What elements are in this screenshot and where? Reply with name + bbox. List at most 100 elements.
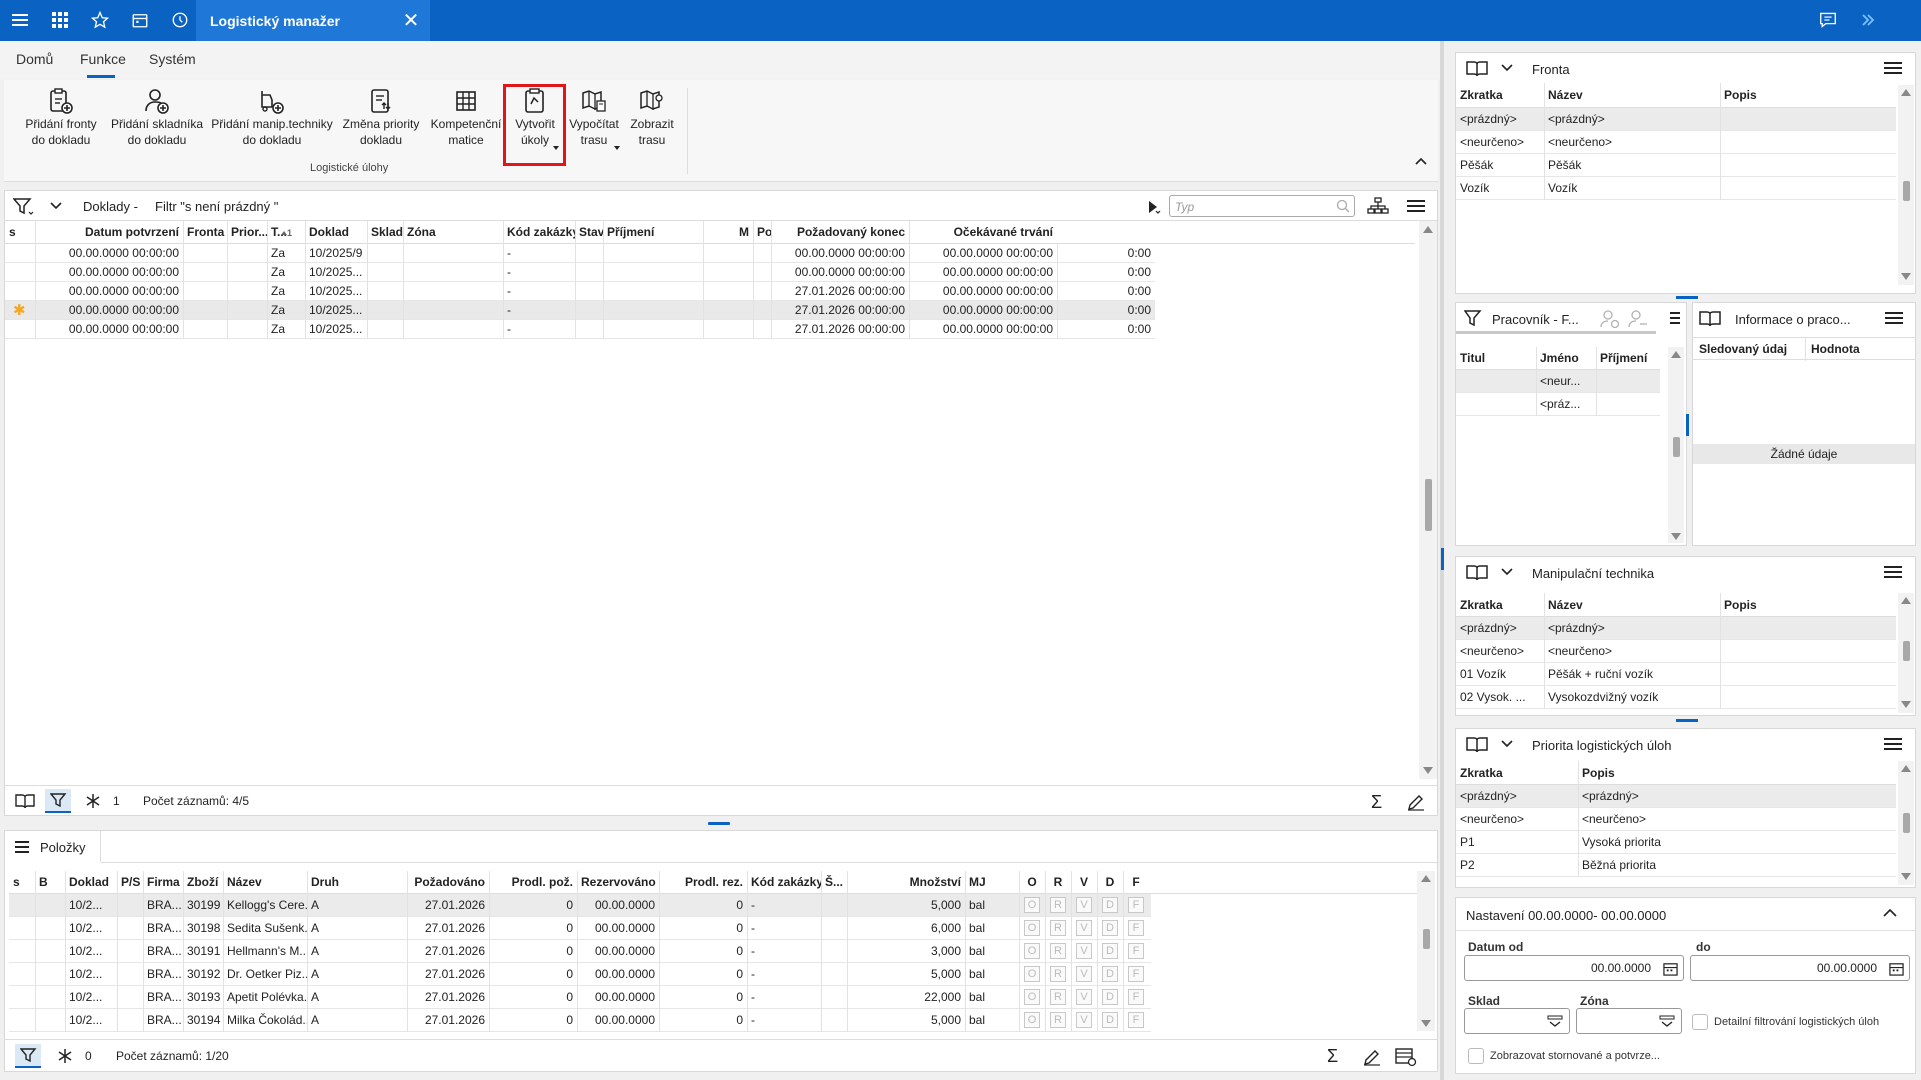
show-route-button[interactable]: Zobrazit trasu bbox=[625, 86, 679, 148]
table-row[interactable]: 00.00.0000 00:00:00 Za 10/2025... - 00.00.00… bbox=[5, 263, 1155, 282]
column-header-zkratka[interactable]: Zkratka bbox=[1456, 83, 1544, 108]
flag-checkbox-v[interactable]: V bbox=[1076, 943, 1092, 959]
favorites-star-icon[interactable] bbox=[88, 8, 112, 32]
flag-checkbox-f[interactable]: F bbox=[1128, 897, 1144, 913]
show-cancelled-checkbox[interactable] bbox=[1468, 1048, 1484, 1064]
column-header-doklad[interactable]: Doklad bbox=[305, 221, 367, 244]
collapse-chevron-up-icon[interactable] bbox=[1882, 908, 1898, 918]
hamburger-menu-icon[interactable] bbox=[8, 8, 32, 32]
flag-checkbox-o[interactable]: O bbox=[1024, 966, 1040, 982]
column-header-popis[interactable]: Popis bbox=[1720, 83, 1896, 108]
flag-checkbox-f[interactable]: F bbox=[1128, 1012, 1144, 1028]
tab-system[interactable]: Systém bbox=[149, 51, 196, 67]
table-row[interactable]: <prázdný> <prázdný> bbox=[1456, 108, 1896, 131]
flag-checkbox-d[interactable]: D bbox=[1102, 1012, 1118, 1028]
flag-checkbox-o[interactable]: O bbox=[1024, 989, 1040, 1005]
flag-checkbox-f[interactable]: F bbox=[1128, 966, 1144, 982]
flag-checkbox-f[interactable]: F bbox=[1128, 989, 1144, 1005]
table-row[interactable]: <neurčeno> <neurčeno> bbox=[1456, 640, 1896, 663]
column-header-hodnota[interactable]: Hodnota bbox=[1807, 338, 1907, 361]
flag-checkbox-d[interactable]: D bbox=[1102, 989, 1118, 1005]
flag-checkbox-o[interactable]: O bbox=[1024, 897, 1040, 913]
column-header-nazev[interactable]: Název bbox=[1544, 593, 1720, 617]
sum-icon[interactable]: Σ bbox=[1371, 792, 1382, 813]
column-header-popis[interactable]: Popis bbox=[1720, 593, 1896, 617]
table-row[interactable]: 10/2... BRA... 30198 Sedita Sušenk... A 27.01… bbox=[9, 917, 1151, 940]
play-dropdown-icon[interactable] bbox=[1147, 200, 1161, 214]
flag-checkbox-r[interactable]: R bbox=[1050, 989, 1066, 1005]
add-warehouseman-button[interactable]: Přidání skladníka do dokladu bbox=[107, 86, 207, 148]
column-header-prodl-rez-11[interactable]: Prodl. rez. bbox=[659, 871, 747, 894]
polozky-scroll-thumb[interactable] bbox=[1423, 929, 1430, 949]
double-chevron-right-icon[interactable] bbox=[1856, 8, 1880, 32]
book-icon[interactable] bbox=[1466, 564, 1488, 581]
column-header-d-19[interactable]: D bbox=[1097, 871, 1123, 894]
splitter-handle[interactable] bbox=[1676, 296, 1698, 299]
column-header-pozadovano-8[interactable]: Požadováno bbox=[407, 871, 489, 894]
table-row[interactable]: ✱ 00.00.0000 00:00:00 Za 10/2025... - 27.01.2… bbox=[5, 301, 1155, 320]
hamburger-menu-icon[interactable] bbox=[1885, 311, 1903, 325]
flag-checkbox-f[interactable]: F bbox=[1128, 920, 1144, 936]
priorita-scrollbar[interactable] bbox=[1898, 761, 1914, 885]
hamburger-menu-icon[interactable] bbox=[1407, 199, 1425, 213]
table-row[interactable]: <prázdný> <prázdný> bbox=[1456, 617, 1896, 640]
doklady-scrollbar[interactable] bbox=[1419, 221, 1437, 779]
create-tasks-dropdown-caret-icon[interactable] bbox=[553, 146, 559, 150]
manip-scrollbar[interactable] bbox=[1898, 593, 1914, 713]
column-header-o-16[interactable]: O bbox=[1019, 871, 1045, 894]
tab-domu[interactable]: Domů bbox=[16, 51, 53, 67]
tab-funkce[interactable]: Funkce bbox=[80, 51, 126, 67]
hamburger-menu-icon[interactable] bbox=[1884, 737, 1902, 751]
flag-checkbox-v[interactable]: V bbox=[1076, 966, 1092, 982]
add-handling-equipment-button[interactable]: Přidání manip.techniky do dokladu bbox=[210, 86, 334, 148]
scroll-up-arrow-icon[interactable] bbox=[1901, 597, 1911, 604]
add-queue-button[interactable]: Přidání fronty do dokladu bbox=[20, 86, 102, 148]
flag-checkbox-r[interactable]: R bbox=[1050, 943, 1066, 959]
column-header-stav[interactable]: Stav bbox=[575, 221, 603, 244]
column-header-prodl-poz-9[interactable]: Prodl. pož. bbox=[489, 871, 577, 894]
column-header-s-0[interactable]: s bbox=[9, 871, 35, 894]
hamburger-menu-icon[interactable] bbox=[1884, 565, 1902, 579]
scroll-down-arrow-icon[interactable] bbox=[1421, 1020, 1431, 1027]
flag-checkbox-o[interactable]: O bbox=[1024, 943, 1040, 959]
flag-checkbox-o[interactable]: O bbox=[1024, 1012, 1040, 1028]
table-row[interactable]: 00.00.0000 00:00:00 Za 10/2025... - 27.01.20… bbox=[5, 320, 1155, 339]
column-header-zbozi-5[interactable]: Zboží bbox=[183, 871, 223, 894]
splitter-handle[interactable] bbox=[708, 822, 730, 825]
pracovnik-scrollbar[interactable] bbox=[1668, 347, 1684, 543]
table-settings-icon[interactable] bbox=[1395, 1047, 1417, 1067]
hierarchy-icon[interactable] bbox=[1367, 197, 1389, 215]
search-icon[interactable] bbox=[1336, 199, 1350, 213]
column-header-prior[interactable]: Prior... bbox=[227, 221, 267, 244]
column-header-pozadovany-zacatek[interactable]: Požadovaný začátek bbox=[753, 221, 771, 244]
filter-toggle-button[interactable] bbox=[15, 1044, 41, 1068]
table-row[interactable]: P1 Vysoká priorita bbox=[1456, 831, 1896, 854]
splitter-handle[interactable] bbox=[1676, 719, 1698, 722]
splitter-handle[interactable] bbox=[1686, 414, 1689, 436]
datum-do-input[interactable]: 00.00.0000 bbox=[1690, 955, 1910, 981]
column-header-kod-zakazky-12[interactable]: Kód zakázky bbox=[747, 871, 821, 894]
column-header-nazev-6[interactable]: Název bbox=[223, 871, 307, 894]
dropdown-chevron-icon[interactable] bbox=[1659, 1015, 1675, 1027]
table-row[interactable]: 00.00.0000 00:00:00 Za 10/2025/9 - 00.00.000… bbox=[5, 244, 1155, 263]
table-row[interactable]: 10/2... BRA... 30193 Apetit Polévka... A 27.0… bbox=[9, 986, 1151, 1009]
table-row[interactable]: 01 Vozík Pěšák + ruční vozík bbox=[1456, 663, 1896, 686]
chevron-down-icon[interactable] bbox=[1500, 63, 1514, 73]
scroll-down-arrow-icon[interactable] bbox=[1423, 767, 1433, 774]
priorita-scroll-thumb[interactable] bbox=[1903, 813, 1910, 833]
asterisk-filter-icon[interactable] bbox=[57, 1048, 73, 1064]
column-header-prijmeni[interactable]: Příjmení bbox=[1596, 347, 1660, 370]
sum-icon[interactable]: Σ bbox=[1327, 1046, 1338, 1067]
hamburger-menu-icon[interactable] bbox=[1670, 311, 1680, 325]
scroll-down-arrow-icon[interactable] bbox=[1671, 533, 1681, 540]
vertical-splitter-handle[interactable] bbox=[1441, 548, 1444, 570]
table-row[interactable]: 10/2... BRA... 30191 Hellmann's M... A 27.01.… bbox=[9, 940, 1151, 963]
create-tasks-button[interactable]: Vytvořit úkoly bbox=[507, 86, 563, 148]
calculate-route-dropdown-caret-icon[interactable] bbox=[614, 146, 620, 150]
column-header-b-1[interactable]: B bbox=[35, 871, 65, 894]
pracovnik-scroll-thumb[interactable] bbox=[1673, 437, 1680, 457]
column-header-s[interactable]: s bbox=[5, 221, 35, 244]
scroll-up-arrow-icon[interactable] bbox=[1671, 351, 1681, 358]
calendar-icon[interactable] bbox=[1889, 961, 1904, 976]
doklady-scroll-thumb[interactable] bbox=[1425, 479, 1432, 531]
